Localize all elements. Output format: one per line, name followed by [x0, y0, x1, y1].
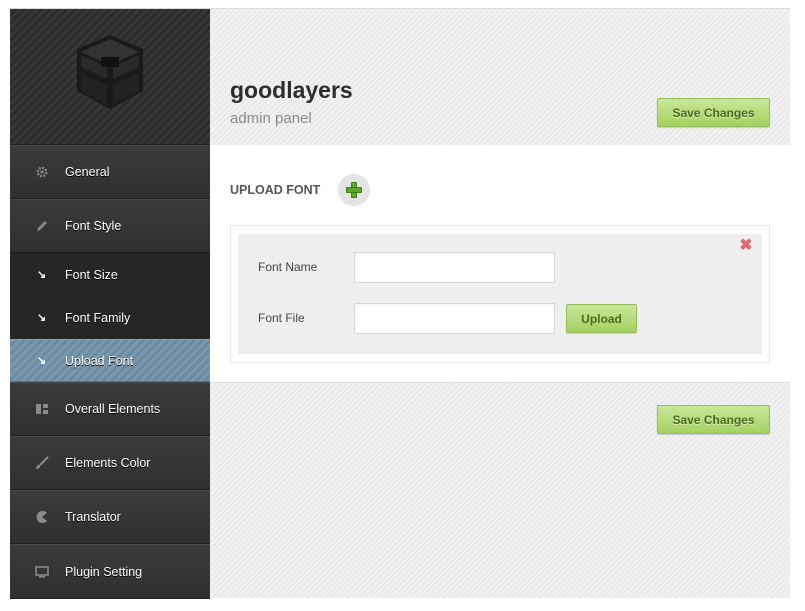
admin-frame: General Font Style ↘ Font Size ↘ Font Fa… [10, 8, 790, 599]
save-changes-button-top[interactable]: Save Changes [657, 98, 770, 127]
sidebar-item-translator[interactable]: Translator [10, 490, 210, 544]
layout-icon [34, 401, 50, 417]
sidebar-item-label: Font Family [65, 310, 131, 325]
plus-icon [346, 182, 362, 198]
monitor-icon [34, 564, 50, 580]
sidebar-item-label: Elements Color [65, 456, 151, 470]
sidebar-item-label: Overall Elements [65, 402, 161, 416]
upload-font-panel: UPLOAD FONT ✖ Font Name Font File Upload [210, 145, 790, 383]
save-changes-button-bottom[interactable]: Save Changes [657, 405, 770, 434]
upload-button[interactable]: Upload [566, 304, 637, 333]
sidebar-item-label: Font Size [65, 267, 118, 282]
arrow-down-right-icon: ↘ [37, 269, 47, 281]
sidebar-item-label: General [65, 165, 110, 179]
font-file-label: Font File [258, 311, 305, 325]
sidebar-item-font-size[interactable]: ↘ Font Size [10, 253, 210, 296]
sidebar-item-label: Font Style [65, 219, 122, 233]
sidebar-item-font-family[interactable]: ↘ Font Family [10, 296, 210, 339]
pacman-icon [34, 509, 50, 525]
brand-subtitle: admin panel [230, 110, 312, 127]
remove-font-icon[interactable]: ✖ [739, 238, 753, 254]
arrow-down-right-icon: ↘ [37, 355, 47, 367]
font-name-label: Font Name [258, 260, 318, 274]
sidebar-item-font-style[interactable]: Font Style [10, 199, 210, 253]
font-entry: ✖ Font Name Font File Upload [230, 225, 770, 363]
sidebar-item-upload-font[interactable]: ↘ Upload Font [10, 339, 210, 382]
font-name-field[interactable] [354, 252, 555, 283]
sidebar-item-general[interactable]: General [10, 145, 210, 199]
sidebar-item-label: Translator [65, 510, 121, 524]
pencil-icon [34, 218, 50, 234]
sidebar-item-label: Plugin Setting [65, 564, 143, 579]
brand-title: goodlayers [230, 77, 353, 103]
goodlayers-logo-icon [77, 34, 143, 109]
sidebar: General Font Style ↘ Font Size ↘ Font Fa… [10, 9, 210, 599]
font-entry-body: ✖ Font Name Font File Upload [238, 234, 762, 354]
section-title: UPLOAD FONT [230, 183, 321, 197]
sidebar-item-label: Upload Font [65, 353, 134, 368]
sidebar-item-plugin-setting[interactable]: Plugin Setting [10, 544, 210, 599]
sidebar-item-overall-elements[interactable]: Overall Elements [10, 382, 210, 436]
logo [10, 9, 210, 145]
add-font-button[interactable] [338, 174, 370, 206]
font-file-field[interactable] [354, 303, 555, 334]
brush-icon [34, 455, 50, 471]
arrow-down-right-icon: ↘ [37, 312, 47, 324]
sidebar-item-elements-color[interactable]: Elements Color [10, 436, 210, 490]
gear-icon [34, 164, 50, 180]
